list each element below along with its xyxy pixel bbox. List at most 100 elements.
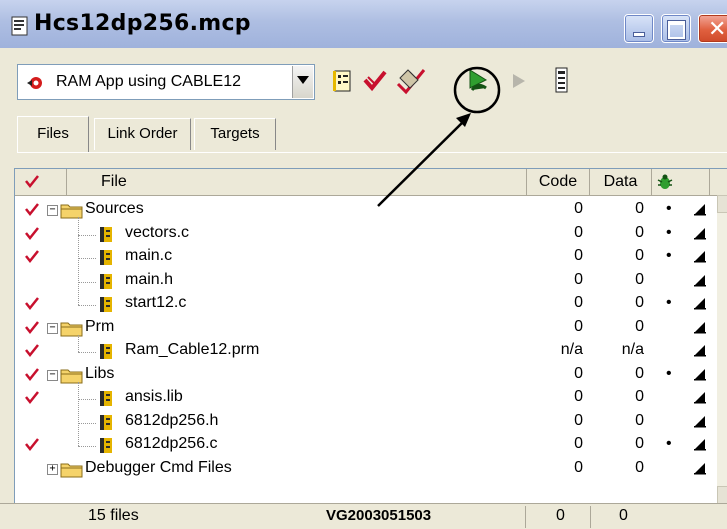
tree-file-row[interactable]: 6812dp256.c 0 0 • (15, 434, 715, 458)
toolbar: RAM App using CABLE12 Files Link Order T… (0, 48, 727, 168)
minimize-button[interactable] (624, 14, 654, 43)
tree-expander-minus-icon[interactable]: − (47, 322, 58, 334)
tree-file-row[interactable]: main.h 0 0 (15, 270, 715, 294)
tree-folder-row[interactable]: − Prm 0 0 (15, 317, 715, 341)
data-size-value: 0 (635, 317, 644, 335)
bug-icon (657, 174, 673, 189)
project-window: Hcs12dp256.mcp ✕ RAM App using CABLE12 F… (0, 0, 727, 529)
header-check-column[interactable] (15, 169, 67, 195)
tree-folder-row[interactable]: + Debugger Cmd Files 0 0 (15, 458, 715, 482)
check-icon (25, 367, 39, 381)
status-id: VG2003051503 (326, 507, 432, 524)
more-options-icon (694, 227, 706, 239)
tree-item-label: Libs (85, 364, 115, 382)
tree-file-row[interactable]: ansis.lib 0 0 (15, 387, 715, 411)
data-size-value: 0 (635, 270, 644, 288)
tree-expander-plus-icon[interactable]: + (47, 463, 58, 475)
status-code-total: 0 (556, 507, 565, 524)
tree-item-label: vectors.c (125, 223, 190, 241)
tree-connector (78, 446, 96, 447)
list-header: File Code Data (15, 169, 727, 196)
file-list-panel: File Code Data − Sources 0 0 • vectors.c 0 0 • ma… (14, 168, 727, 505)
compile-icon[interactable] (396, 66, 426, 96)
tree-guide (78, 334, 79, 352)
tree-guide (78, 217, 79, 305)
tree-folder-row[interactable]: − Sources 0 0 • (15, 199, 715, 223)
tab-targets[interactable]: Targets (194, 118, 276, 150)
target-dropdown[interactable]: RAM App using CABLE12 (17, 64, 315, 100)
code-size-value: 0 (574, 294, 583, 311)
dropdown-arrow-button[interactable] (292, 66, 313, 98)
check-icon (25, 250, 39, 263)
data-size-value: 0 (635, 411, 644, 429)
check-icon (25, 344, 39, 357)
more-options-icon (694, 415, 706, 427)
more-options-icon (694, 462, 706, 474)
tree-connector (78, 234, 96, 236)
tree-guide (78, 381, 79, 446)
tab-link-order[interactable]: Link Order (94, 118, 191, 150)
header-file[interactable]: File (67, 169, 527, 195)
title-bar[interactable]: Hcs12dp256.mcp ✕ (0, 0, 727, 49)
code-size-value: 0 (574, 270, 583, 288)
status-data-total: 0 (619, 507, 628, 524)
code-size-value: 0 (574, 200, 583, 217)
tab-files[interactable]: Files (17, 116, 89, 152)
check-icon (25, 175, 39, 188)
tree-file-row[interactable]: Ram_Cable12.prm n/a n/a (15, 340, 715, 364)
run-icon[interactable] (509, 66, 531, 96)
make-icon[interactable] (458, 66, 496, 96)
data-size-value: 0 (635, 435, 644, 452)
close-button[interactable]: ✕ (698, 14, 727, 43)
check-icon[interactable] (362, 66, 388, 96)
debug-dot: • (666, 223, 672, 241)
minimize-icon (633, 32, 645, 37)
more-options-icon (694, 321, 706, 333)
check-icon (25, 320, 39, 334)
debug-dot: • (666, 294, 672, 311)
more-options-icon (694, 439, 706, 451)
window-title: Hcs12dp256.mcp (34, 11, 251, 36)
header-data[interactable]: Data (590, 169, 652, 195)
tree-file-row[interactable]: 6812dp256.h 0 0 (15, 411, 715, 435)
tree-connector (78, 281, 96, 283)
tree-file-row[interactable]: vectors.c 0 0 • (15, 223, 715, 247)
tree-expander-minus-icon[interactable]: − (47, 205, 58, 216)
source-file-icon (100, 344, 112, 359)
maximize-button[interactable] (661, 14, 691, 43)
more-options-icon (694, 368, 706, 380)
header-debug[interactable] (652, 169, 710, 195)
source-file-icon (100, 391, 112, 406)
source-file-icon (100, 250, 112, 265)
tree-item-label: Prm (85, 317, 115, 335)
tree-connector (78, 399, 96, 400)
tree-file-row[interactable]: start12.c 0 0 • (15, 293, 715, 317)
tree-item-label: 6812dp256.c (125, 435, 218, 452)
code-size-value: 0 (574, 411, 583, 429)
debug-panel-icon[interactable] (552, 66, 572, 96)
tree-item-label: main.h (125, 270, 174, 288)
status-separator (590, 506, 591, 528)
scroll-up-button[interactable] (717, 195, 727, 213)
status-separator (525, 506, 526, 528)
settings-icon[interactable] (330, 66, 356, 96)
code-size-value: 0 (574, 364, 583, 382)
target-icon (27, 77, 42, 89)
header-code[interactable]: Code (527, 169, 590, 195)
more-options-icon (694, 345, 706, 357)
scroll-down-button[interactable] (717, 486, 727, 504)
maximize-icon (668, 21, 685, 39)
tree-file-row[interactable]: main.c 0 0 • (15, 246, 715, 270)
tab-divider (17, 152, 727, 153)
check-icon (25, 226, 39, 240)
tree-item-label: start12.c (125, 294, 187, 311)
tree-expander-minus-icon[interactable]: − (47, 369, 58, 381)
status-bar: 15 files VG2003051503 0 0 (0, 503, 727, 529)
tree-folder-row[interactable]: − Libs 0 0 • (15, 364, 715, 388)
data-size-value: n/a (621, 341, 644, 358)
more-options-icon (694, 274, 706, 286)
check-icon (25, 297, 39, 310)
data-size-value: 0 (635, 364, 644, 382)
vertical-scrollbar[interactable] (717, 195, 727, 504)
debug-dot: • (666, 247, 672, 264)
